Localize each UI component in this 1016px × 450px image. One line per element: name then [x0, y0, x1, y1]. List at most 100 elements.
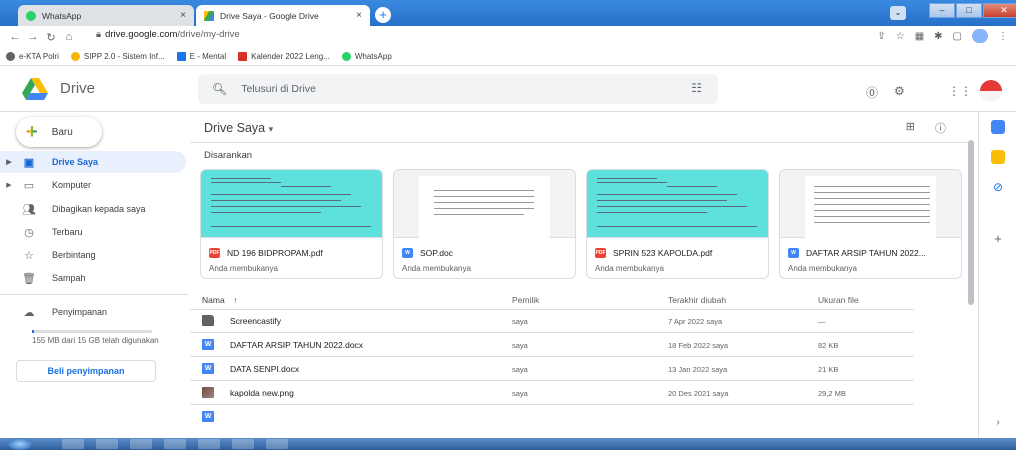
storage-bar [32, 330, 152, 333]
sidebar-item-recent[interactable]: ◷ Terbaru [0, 221, 186, 243]
expand-panel-icon[interactable]: › [991, 416, 1005, 430]
taskbar-item[interactable] [232, 439, 254, 449]
calendar-icon[interactable] [991, 120, 1005, 134]
app-name: Drive [60, 80, 96, 97]
suggested-card[interactable]: PDF ND 196 BIDPROPAM.pdf Anda membukanya [200, 169, 383, 279]
taskbar-item[interactable] [198, 439, 220, 449]
sidepanel-icon[interactable]: ▢ [953, 31, 962, 42]
storage-bar-fill [32, 330, 34, 333]
url-host: drive.google.com [105, 29, 178, 40]
tab-close-icon[interactable]: × [180, 10, 186, 21]
keep-icon[interactable] [991, 150, 1005, 164]
tab-close-icon[interactable]: × [356, 10, 362, 21]
emental-icon [176, 52, 186, 61]
tab-whatsapp[interactable]: WhatsApp × [18, 5, 194, 26]
sidebar-item-storage[interactable]: ☁︎ Penyimpanan [0, 301, 186, 323]
page-title[interactable]: Drive Saya ▾ [204, 121, 273, 135]
card-name-text: SOP.doc [420, 248, 453, 258]
tab-google-drive[interactable]: Drive Saya - Google Drive × [196, 5, 370, 26]
bookmark-item[interactable]: E - Mental [176, 52, 227, 61]
column-modified[interactable]: Terakhir diubah [668, 295, 726, 305]
tab-title: WhatsApp [42, 10, 82, 21]
column-size: Ukuran file [818, 295, 859, 305]
tab-title: Drive Saya - Google Drive [220, 10, 319, 21]
menu-icon[interactable]: ⋮ [998, 31, 1008, 42]
pdf-icon: PDF [595, 248, 606, 258]
sidebar-item-trash[interactable]: 🗑︎ Sampah [0, 267, 186, 289]
reload-icon[interactable]: ↻ [42, 31, 60, 44]
bookmark-item[interactable]: e-KTA Polri [6, 52, 59, 61]
chevron-down-icon[interactable]: ▾ [269, 124, 274, 134]
taskbar-item[interactable] [62, 439, 84, 449]
search-options-icon[interactable]: ☷ [691, 81, 702, 95]
new-button[interactable]: + Baru [16, 117, 102, 147]
maximize-button[interactable]: □ [956, 3, 982, 18]
sidebar-item-computers[interactable]: ▶ ▭ Komputer [0, 174, 186, 196]
bookmark-item[interactable]: Kalender 2022 Leng... [238, 52, 330, 61]
url-field[interactable]: 🔒︎ drive.google.com/drive/my-drive [96, 29, 240, 40]
column-name[interactable]: Nama ↑ [202, 295, 237, 305]
tab-search-chevron-icon[interactable]: ⌄ [890, 6, 906, 20]
forward-icon[interactable]: → [24, 31, 42, 43]
grid-view-icon[interactable]: ⊞ [906, 120, 915, 136]
settings-gear-icon[interactable]: ⚙ [894, 84, 905, 98]
table-row[interactable]: W [190, 406, 914, 429]
search-icon[interactable]: 🔍︎ [212, 82, 227, 96]
file-owner: saya [512, 365, 528, 374]
sidebar-item-shared[interactable]: 👥︎ Dibagikan kepada saya [0, 198, 186, 220]
new-button-label: Baru [51, 126, 73, 138]
suggested-card[interactable]: W DAFTAR ARSIP TAHUN 2022... Anda membuka… [779, 169, 962, 279]
extension-icon[interactable]: ▦ [915, 31, 924, 42]
apps-grid-icon[interactable]: ⋮⋮ [948, 84, 972, 98]
taskbar-item[interactable] [266, 439, 288, 449]
home-icon[interactable]: ⌂ [60, 31, 78, 43]
file-thumbnail [587, 170, 768, 238]
suggested-card[interactable]: W SOP.doc Anda membukanya [393, 169, 576, 279]
add-addon-icon[interactable]: + [991, 232, 1005, 246]
table-row[interactable]: W DATA SENPI.docx saya 13 Jan 2022 saya 2… [190, 358, 914, 381]
pdf-icon: PDF [209, 248, 220, 258]
expand-arrow-icon[interactable]: ▶ [0, 158, 18, 166]
search-input[interactable]: 🔍︎ Telusuri di Drive ☷ [198, 74, 718, 104]
new-tab-button[interactable]: + [375, 7, 391, 23]
scrollbar[interactable] [968, 140, 974, 305]
taskbar-item[interactable] [96, 439, 118, 449]
table-row[interactable]: W DAFTAR ARSIP TAHUN 2022.docx saya 18 Fe… [190, 334, 914, 357]
taskbar-item[interactable] [164, 439, 186, 449]
sort-arrow-icon[interactable]: ↑ [233, 295, 237, 305]
sidebar-item-label: Dibagikan kepada saya [52, 204, 146, 214]
share-icon[interactable]: ⇪ [877, 31, 885, 42]
table-row[interactable]: Screencastify saya 7 Apr 2022 saya — [190, 310, 914, 333]
word-doc-icon: W [202, 363, 214, 374]
card-name-text: ND 196 BIDPROPAM.pdf [227, 248, 323, 258]
sidebar-item-starred[interactable]: ☆ Berbintang [0, 244, 186, 266]
bookmark-item[interactable]: WhatsApp [341, 52, 392, 61]
minimize-button[interactable]: – [929, 3, 955, 18]
file-name: Screencastify [230, 315, 282, 326]
start-button[interactable] [8, 438, 32, 450]
avatar[interactable] [980, 80, 1002, 102]
suggested-card[interactable]: PDF SPRIN 523 KAPOLDA.pdf Anda membukanya [586, 169, 769, 279]
info-icon[interactable]: ⓘ [935, 120, 946, 136]
buy-storage-button[interactable]: Beli penyimpanan [16, 360, 156, 382]
puzzle-icon[interactable]: ✱ [934, 31, 942, 42]
file-modified: 20 Des 2021 saya [668, 389, 729, 398]
bookmark-item[interactable]: SIPP 2.0 - Sistem Inf... [70, 52, 165, 61]
tasks-icon[interactable]: ⊘ [991, 180, 1005, 194]
card-subtitle: Anda membukanya [209, 264, 278, 273]
image-icon [202, 387, 214, 398]
close-window-button[interactable]: ✕ [983, 3, 1016, 18]
file-size: 29,2 MB [818, 389, 846, 398]
taskbar-item[interactable] [130, 439, 152, 449]
expand-arrow-icon[interactable]: ▶ [0, 181, 18, 189]
table-row[interactable]: kapolda new.png saya 20 Des 2021 saya 29… [190, 382, 914, 405]
bookmark-star-icon[interactable]: ☆ [896, 31, 905, 42]
side-panel-rail: ⊘ + › [978, 112, 1016, 438]
bookmark-label: E - Mental [189, 52, 227, 61]
drive-logo-icon[interactable] [22, 78, 48, 100]
back-icon[interactable]: ← [6, 31, 24, 43]
sidebar-item-my-drive[interactable]: ▶ ▣ Drive Saya [0, 151, 186, 173]
my-drive-icon: ▣ [23, 156, 35, 169]
profile-icon[interactable] [972, 29, 988, 43]
help-icon[interactable]: ⓪ [866, 84, 878, 101]
